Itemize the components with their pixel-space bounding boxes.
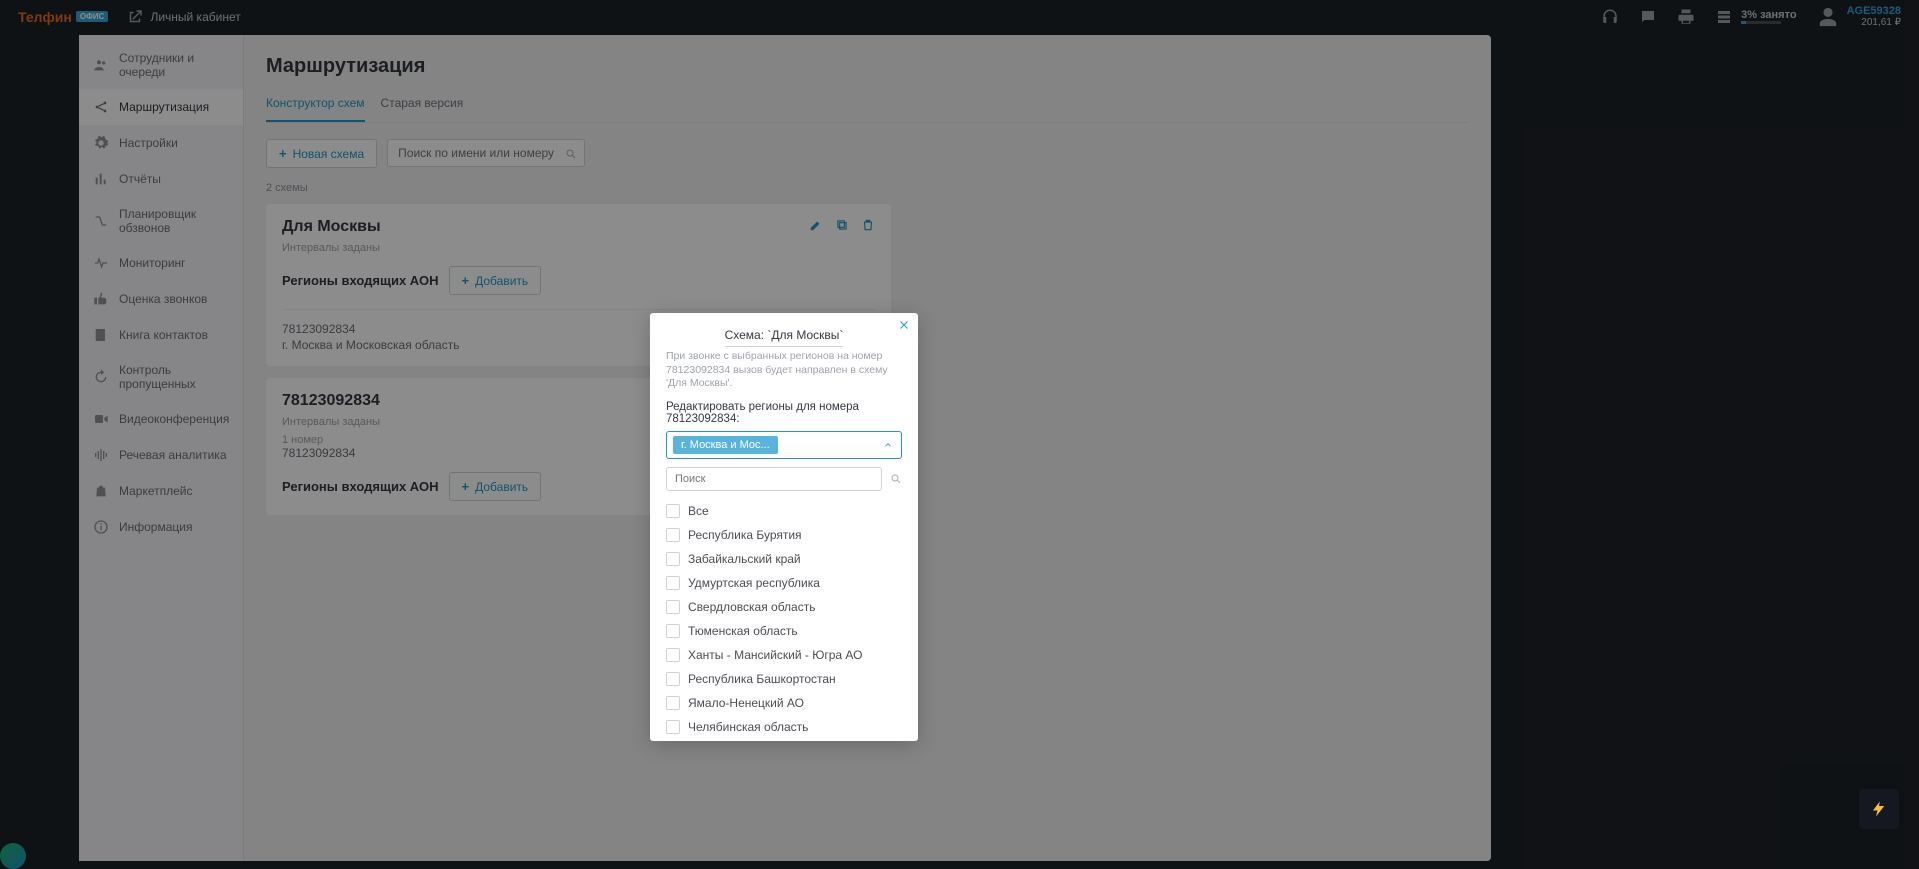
region-option[interactable]: Забайкальский край bbox=[650, 547, 918, 571]
checkbox[interactable] bbox=[666, 648, 680, 662]
option-label: Челябинская область bbox=[688, 720, 808, 734]
checkbox[interactable] bbox=[666, 552, 680, 566]
region-modal: Схема: `Для Москвы` При звонке с выбранн… bbox=[650, 313, 918, 741]
option-label: Республика Башкортостан bbox=[688, 672, 836, 686]
checkbox[interactable] bbox=[666, 672, 680, 686]
checkbox[interactable] bbox=[666, 624, 680, 638]
region-option[interactable]: Ямало-Ненецкий АО bbox=[650, 691, 918, 715]
checkbox[interactable] bbox=[666, 576, 680, 590]
quick-action-button[interactable] bbox=[1859, 789, 1899, 829]
option-label: Ямало-Ненецкий АО bbox=[688, 696, 804, 710]
region-option[interactable]: Республика Башкортостан bbox=[650, 667, 918, 691]
chevron-up-icon bbox=[883, 440, 893, 450]
region-option[interactable]: Республика Бурятия bbox=[650, 523, 918, 547]
modal-backdrop[interactable] bbox=[0, 0, 1919, 869]
option-label: Забайкальский край bbox=[688, 552, 801, 566]
region-option[interactable]: Тюменская область bbox=[650, 619, 918, 643]
region-option[interactable]: Ханты - Мансийский - Югра АО bbox=[650, 643, 918, 667]
modal-edit-label: Редактировать регионы для номера 7812309… bbox=[650, 401, 918, 431]
search-icon bbox=[890, 473, 902, 485]
option-label: Тюменская область bbox=[688, 624, 798, 638]
selected-region-chip[interactable]: г. Москва и Мос... bbox=[673, 436, 778, 454]
checkbox[interactable] bbox=[666, 528, 680, 542]
option-label: Ханты - Мансийский - Югра АО bbox=[688, 648, 863, 662]
checkbox[interactable] bbox=[666, 696, 680, 710]
checkbox[interactable] bbox=[666, 720, 680, 734]
region-option[interactable]: Удмуртская республика bbox=[650, 571, 918, 595]
checkbox[interactable] bbox=[666, 600, 680, 614]
modal-title: Схема: `Для Москвы` bbox=[650, 328, 918, 350]
checkbox[interactable] bbox=[666, 504, 680, 518]
region-option-list[interactable]: Все Республика Бурятия Забайкальский кра… bbox=[650, 499, 918, 737]
region-option[interactable]: Челябинская область bbox=[650, 715, 918, 737]
region-select[interactable]: г. Москва и Мос... bbox=[666, 431, 902, 459]
bolt-icon bbox=[1870, 797, 1888, 821]
option-label: Удмуртская республика bbox=[688, 576, 820, 590]
option-label: Республика Бурятия bbox=[688, 528, 802, 542]
region-search-input[interactable] bbox=[666, 467, 882, 491]
option-label: Свердловская область bbox=[688, 600, 815, 614]
modal-description: При звонке с выбранных регионов на номер… bbox=[650, 350, 918, 401]
close-icon[interactable] bbox=[898, 319, 910, 331]
region-option[interactable]: Свердловская область bbox=[650, 595, 918, 619]
region-option[interactable]: Все bbox=[650, 499, 918, 523]
option-label: Все bbox=[688, 504, 709, 518]
